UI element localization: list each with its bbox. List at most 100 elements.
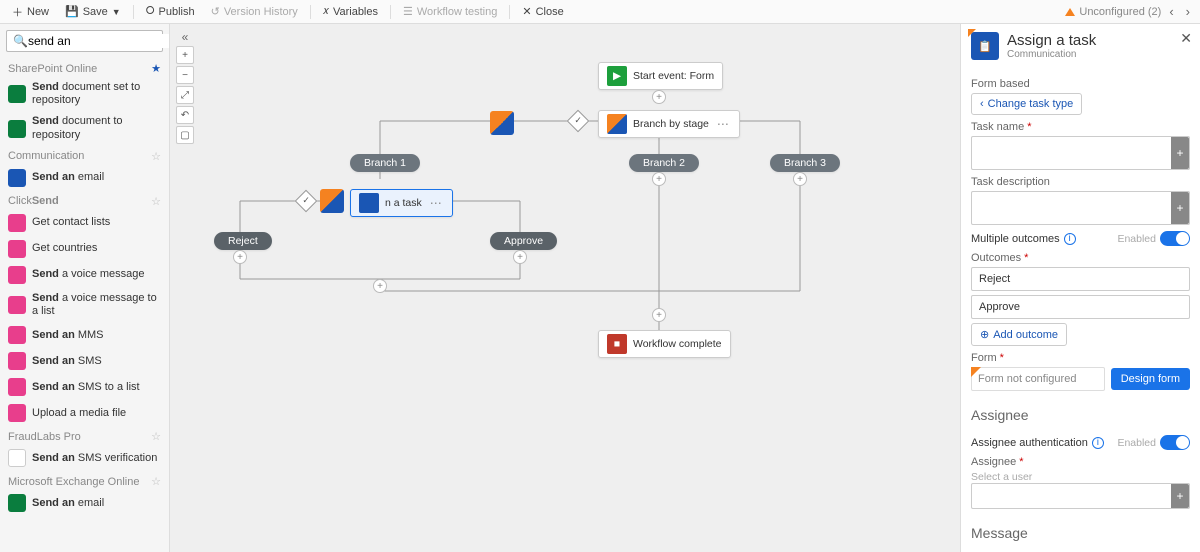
category-header[interactable]: SharePoint Online★ bbox=[0, 58, 169, 77]
category-header[interactable]: FraudLabs Pro☆ bbox=[0, 426, 169, 445]
node-label: Branch by stage bbox=[633, 118, 709, 130]
action-item[interactable]: Send an email bbox=[0, 490, 169, 516]
favorite-icon[interactable]: ☆ bbox=[151, 195, 161, 208]
category-header[interactable]: ClickSend☆ bbox=[0, 191, 169, 210]
unconfigured-warning[interactable]: Unconfigured (2) bbox=[1065, 6, 1161, 18]
save-icon: 💾 bbox=[65, 5, 79, 18]
assign-source-icon bbox=[320, 189, 344, 213]
action-label: Get countries bbox=[32, 242, 97, 255]
save-button[interactable]: 💾Save▼ bbox=[59, 3, 127, 20]
action-item[interactable]: Send an SMS bbox=[0, 348, 169, 374]
design-form-button[interactable]: Design form bbox=[1111, 368, 1190, 390]
branch1-node[interactable]: Branch 1 bbox=[350, 154, 420, 172]
action-item[interactable]: Send a voice message bbox=[0, 262, 169, 288]
branch2-node[interactable]: Branch 2 bbox=[629, 154, 699, 172]
start-node[interactable]: ▶ Start event: Form bbox=[598, 62, 723, 90]
prev-button[interactable]: ‹ bbox=[1165, 4, 1177, 19]
action-label: Send a voice message bbox=[32, 268, 145, 281]
workflow-testing-button[interactable]: ☰Workflow testing bbox=[397, 3, 503, 20]
action-icon bbox=[8, 266, 26, 284]
category-header[interactable]: Microsoft Exchange Online☆ bbox=[0, 471, 169, 490]
approve-node[interactable]: Approve bbox=[490, 232, 557, 250]
actions-sidebar: 🔍 ✕ SharePoint Online★Send document set … bbox=[0, 24, 170, 552]
action-item[interactable]: Send an email bbox=[0, 165, 169, 191]
add-after-approve[interactable]: + bbox=[513, 250, 527, 264]
change-task-type-button[interactable]: ‹ Change task type bbox=[971, 93, 1082, 115]
action-item[interactable]: Send an MMS bbox=[0, 322, 169, 348]
action-item[interactable]: Send document set to repository bbox=[0, 77, 169, 111]
node-menu-icon[interactable]: ⋯ bbox=[428, 196, 444, 210]
task-desc-input[interactable] bbox=[978, 197, 1165, 219]
action-label: Send document to repository bbox=[32, 115, 161, 141]
action-item[interactable]: Send document to repository bbox=[0, 111, 169, 145]
insert-variable-button[interactable]: + bbox=[1171, 192, 1189, 224]
outcome-item[interactable]: Approve bbox=[971, 295, 1190, 319]
add-after-branch3[interactable]: + bbox=[793, 172, 807, 186]
merge-plus-2[interactable]: + bbox=[652, 308, 666, 322]
action-icon bbox=[8, 378, 26, 396]
publish-button[interactable]: ⭘Publish bbox=[140, 3, 201, 20]
action-icon bbox=[8, 120, 26, 138]
node-label: n a task bbox=[385, 197, 422, 209]
action-icon bbox=[8, 169, 26, 187]
favorite-icon[interactable]: ☆ bbox=[151, 150, 161, 163]
action-item[interactable]: Upload a media file bbox=[0, 400, 169, 426]
task-desc-field[interactable]: + bbox=[971, 191, 1190, 225]
info-icon[interactable]: i bbox=[1092, 437, 1104, 449]
favorite-icon[interactable]: ☆ bbox=[151, 430, 161, 443]
search-input[interactable] bbox=[28, 34, 170, 48]
action-label: Send an email bbox=[32, 171, 104, 184]
outcomes-label: Outcomes bbox=[971, 252, 1190, 264]
new-button[interactable]: ＋New bbox=[6, 2, 55, 22]
task-name-field[interactable]: + bbox=[971, 136, 1190, 170]
category-header[interactable]: Communication☆ bbox=[0, 146, 169, 165]
merge-plus-1[interactable]: + bbox=[373, 279, 387, 293]
favorite-icon[interactable]: ★ bbox=[151, 62, 161, 75]
assignee-auth-toggle[interactable] bbox=[1160, 435, 1190, 450]
history-icon: ↺ bbox=[211, 5, 220, 18]
close-icon: ✕ bbox=[522, 5, 531, 18]
panel-close-button[interactable]: ✕ bbox=[1180, 30, 1192, 47]
variables-button[interactable]: 𝑥Variables bbox=[317, 3, 384, 20]
action-item[interactable]: Send an SMS verification bbox=[0, 445, 169, 471]
insert-variable-button[interactable]: + bbox=[1171, 484, 1189, 508]
chevron-left-icon: ‹ bbox=[980, 98, 984, 110]
outcome-item[interactable]: Reject bbox=[971, 267, 1190, 291]
action-item[interactable]: Get countries bbox=[0, 236, 169, 262]
info-icon[interactable]: i bbox=[1064, 233, 1076, 245]
assignee-label: Assignee bbox=[971, 456, 1190, 468]
complete-node[interactable]: ■ Workflow complete bbox=[598, 330, 731, 358]
branch-by-node[interactable]: Branch by stage ⋯ bbox=[598, 110, 740, 138]
action-item[interactable]: Send an SMS to a list bbox=[0, 374, 169, 400]
branch3-node[interactable]: Branch 3 bbox=[770, 154, 840, 172]
add-after-branch2[interactable]: + bbox=[652, 172, 666, 186]
workflow-canvas[interactable]: « + − ⤢ ↶ ▢ bbox=[170, 24, 960, 552]
stop-icon: ■ bbox=[607, 334, 627, 354]
close-button[interactable]: ✕Close bbox=[516, 3, 569, 20]
assign-task-node[interactable]: n a task ⋯ bbox=[350, 189, 453, 217]
reject-node[interactable]: Reject bbox=[214, 232, 272, 250]
multi-outcomes-toggle[interactable] bbox=[1160, 231, 1190, 246]
task-name-input[interactable] bbox=[978, 142, 1165, 164]
action-search[interactable]: 🔍 ✕ bbox=[6, 30, 163, 52]
favorite-icon[interactable]: ☆ bbox=[151, 475, 161, 488]
insert-variable-button[interactable]: + bbox=[1171, 137, 1189, 169]
plus-icon: ＋ bbox=[12, 4, 23, 20]
action-item[interactable]: Send a voice message to a list bbox=[0, 288, 169, 322]
search-icon: 🔍 bbox=[13, 34, 28, 48]
version-history-button[interactable]: ↺Version History bbox=[205, 3, 304, 20]
publish-icon: ⭘ bbox=[146, 5, 155, 18]
action-item[interactable]: Get contact lists bbox=[0, 210, 169, 236]
plus-circle-icon: ⊕ bbox=[980, 328, 989, 341]
next-button[interactable]: › bbox=[1182, 4, 1194, 19]
assignee-field[interactable]: + bbox=[971, 483, 1190, 509]
action-label: Upload a media file bbox=[32, 407, 126, 420]
action-label: Send an SMS verification bbox=[32, 452, 157, 465]
task-icon: 📋 bbox=[971, 32, 999, 60]
action-icon bbox=[8, 85, 26, 103]
add-outcome-button[interactable]: ⊕ Add outcome bbox=[971, 323, 1067, 346]
node-menu-icon[interactable]: ⋯ bbox=[715, 117, 731, 131]
form-based-label: Form based bbox=[971, 78, 1190, 90]
add-after-reject[interactable]: + bbox=[233, 250, 247, 264]
add-after-start[interactable]: + bbox=[652, 90, 666, 104]
